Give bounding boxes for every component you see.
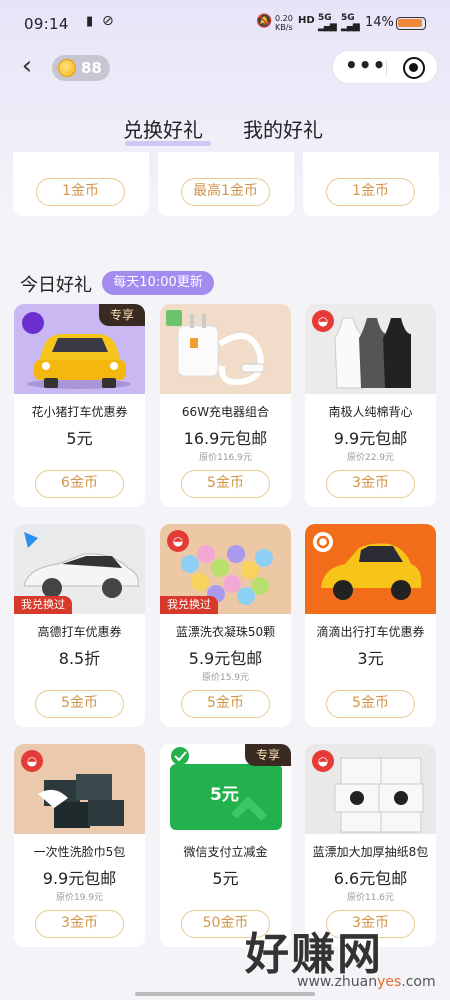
- product-name: 南极人纯棉背心: [328, 405, 413, 419]
- product-card[interactable]: 我兑换过 高德打车优惠券 8.5折 5金币: [14, 524, 145, 727]
- net-speed: 0.20 KB/s: [275, 14, 293, 32]
- more-icon[interactable]: •••: [345, 53, 385, 81]
- product-price: 8.5折: [58, 649, 101, 668]
- battery-icon: [396, 17, 426, 30]
- coin-balance[interactable]: 88: [52, 55, 110, 81]
- product-name: 滴滴出行打车优惠券: [316, 625, 425, 639]
- redeem-button[interactable]: 3金币: [35, 910, 124, 938]
- product-card[interactable]: ◒ 蓝漂加大加厚抽纸8包 6.6元包邮 原价11.6元 3金币: [305, 744, 436, 947]
- back-arrow-icon[interactable]: ‹: [14, 52, 40, 82]
- mute-icon: 🔕: [256, 14, 273, 29]
- product-image: ◒: [305, 744, 436, 834]
- product-image: ◒ 我兑换过: [160, 524, 291, 614]
- product-name: 微信支付立减金: [183, 845, 268, 859]
- product-name: 高德打车优惠券: [37, 625, 122, 639]
- original-price: 原价19.9元: [55, 893, 104, 903]
- brand-logo-icon: ◒: [167, 530, 189, 552]
- original-price: 原价22.9元: [346, 453, 395, 463]
- product-image: ◒: [305, 304, 436, 394]
- update-time-badge: 每天10:00更新: [102, 271, 214, 295]
- brand-logo-icon: ◒: [312, 750, 334, 772]
- watermark-url: www.zhuanyes.com: [297, 974, 436, 990]
- redeem-button[interactable]: 最高1金币: [181, 178, 270, 206]
- prev-product-card[interactable]: 1金币: [303, 152, 439, 216]
- capsule-divider: [386, 60, 387, 76]
- product-price: 3元: [357, 649, 384, 668]
- product-name: 蓝漂洗衣凝珠50颗: [175, 625, 276, 639]
- product-price: 9.9元包邮: [333, 429, 408, 448]
- battery-percent: 14%: [365, 15, 394, 30]
- product-card[interactable]: 滴滴出行打车优惠券 3元 5金币: [305, 524, 436, 727]
- product-card[interactable]: 专享 花小猪打车优惠券 5元 6金币: [14, 304, 145, 507]
- prev-product-card[interactable]: 最高1金币: [158, 152, 294, 216]
- product-price: 9.9元包邮: [42, 869, 117, 888]
- signal-icon: ▂▄▆: [318, 22, 337, 32]
- car-image: [313, 532, 422, 600]
- product-price: 5元: [66, 429, 93, 448]
- product-price: 16.9元包邮: [183, 429, 268, 448]
- brand-logo-icon: ◒: [312, 310, 334, 332]
- status-time: 09:14: [24, 15, 69, 33]
- product-image: [160, 304, 291, 394]
- product-card[interactable]: ◒ 我兑换过 蓝漂洗衣凝珠50颗 5.9元包邮 原价15.9元 5金币: [160, 524, 291, 727]
- redeem-button[interactable]: 5金币: [326, 690, 415, 718]
- product-image: 专享: [14, 304, 145, 394]
- product-image: 5元 专享: [160, 744, 291, 834]
- product-card[interactable]: 66W充电器组合 16.9元包邮 原价116.9元 5金币: [160, 304, 291, 507]
- tab-redeem-gifts[interactable]: 兑换好礼: [123, 114, 203, 143]
- original-price: 原价11.6元: [346, 893, 395, 903]
- redeem-button[interactable]: 5金币: [181, 470, 270, 498]
- active-tab-indicator: [125, 141, 211, 146]
- redeem-button[interactable]: 3金币: [326, 470, 415, 498]
- signal-icon-2: ▂▄▆: [341, 22, 360, 32]
- redeemed-tag: 我兑换过: [14, 596, 72, 614]
- hd-icon: HD: [298, 15, 315, 26]
- redeem-button[interactable]: 1金币: [326, 178, 415, 206]
- watermark: 好赚网 www.zhuanyes.com: [245, 918, 450, 998]
- status-bar: 09:14 ▮ ⊘ 🔕 0.20 KB/s HD 5G ▂▄▆ 5G ▂▄▆ 1…: [0, 0, 450, 46]
- product-name: 花小猪打车优惠券: [31, 405, 128, 419]
- product-card[interactable]: ◒ 南极人纯棉背心 9.9元包邮 原价22.9元 3金币: [305, 304, 436, 507]
- product-name: 一次性洗脸巾5包: [33, 845, 126, 859]
- link-icon: ⊘: [102, 13, 114, 29]
- product-image: 我兑换过: [14, 524, 145, 614]
- redeem-button[interactable]: 6金币: [35, 470, 124, 498]
- product-price: 5元: [212, 869, 239, 888]
- watermark-text: 好赚网: [245, 929, 383, 980]
- miniprogram-capsule: •••: [332, 50, 438, 84]
- product-price: 5.9元包邮: [188, 649, 263, 668]
- close-miniprogram-icon[interactable]: [403, 57, 425, 79]
- exclusive-tag: 专享: [245, 744, 291, 766]
- redeem-button[interactable]: 5金币: [181, 690, 270, 718]
- original-price: 原价15.9元: [201, 673, 250, 683]
- coin-count: 88: [81, 59, 102, 77]
- original-price: 原价116.9元: [199, 453, 252, 463]
- home-indicator[interactable]: [135, 992, 315, 996]
- section-title: 今日好礼: [20, 275, 92, 296]
- tab-bar: 兑换好礼 我的好礼: [0, 106, 450, 152]
- nav-header: ‹ 88 •••: [0, 46, 450, 90]
- product-card[interactable]: 5元 专享 微信支付立减金 5元 50金币: [160, 744, 291, 947]
- product-image: ◒: [14, 744, 145, 834]
- notification-icon: ▮: [86, 14, 94, 29]
- redeem-button[interactable]: 5金币: [35, 690, 124, 718]
- tab-my-gifts[interactable]: 我的好礼: [243, 114, 323, 143]
- redeemed-tag: 我兑换过: [160, 596, 218, 614]
- redeem-button[interactable]: 1金币: [36, 178, 125, 206]
- voucher-value: 5元: [210, 785, 239, 805]
- product-price: 6.6元包邮: [333, 869, 408, 888]
- coin-icon: [58, 59, 76, 77]
- product-image: [305, 524, 436, 614]
- product-name: 66W充电器组合: [181, 405, 270, 419]
- brand-logo-icon: ◒: [21, 750, 43, 772]
- product-name: 蓝漂加大加厚抽纸8包: [312, 845, 429, 859]
- charger-image: [166, 310, 265, 386]
- prev-product-card[interactable]: 1金币: [13, 152, 149, 216]
- exclusive-tag: 专享: [99, 304, 145, 326]
- product-card[interactable]: ◒ 一次性洗脸巾5包 9.9元包邮 原价19.9元 3金币: [14, 744, 145, 947]
